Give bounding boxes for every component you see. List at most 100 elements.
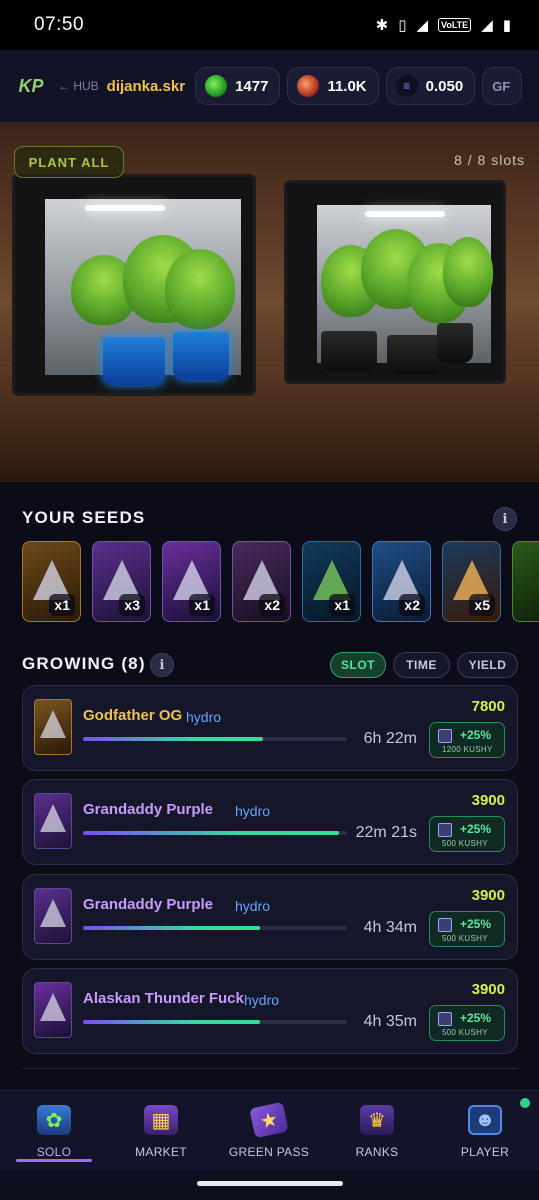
harvest-reward: 3900 xyxy=(471,981,505,998)
extra-balance-chip[interactable]: GF xyxy=(482,67,523,105)
seed-card[interactable]: x2 xyxy=(232,541,291,622)
boost-cost: 500 KUSHY xyxy=(442,934,488,943)
wifi-icon: ◢ xyxy=(416,17,429,34)
gesture-handle[interactable] xyxy=(197,1181,343,1186)
sort-yield-button[interactable]: YIELD xyxy=(457,652,518,678)
bottom-navigation: ✿ SOLO ▦ MARKET ★ GREEN PASS ♛ RANKS ☻ P… xyxy=(0,1090,539,1170)
status-icons: ✱ ▯ ◢ VoLTE ◢ ▮ xyxy=(376,16,511,34)
seed-inventory-row: x1 x3 x1 x2 x1 x2 x5 xyxy=(22,541,539,623)
green-balance-value: 1477 xyxy=(235,77,269,95)
growth-progress-fill xyxy=(83,831,340,835)
trophy-icon: ♛ xyxy=(360,1105,394,1135)
clock: 07:50 xyxy=(34,14,85,35)
back-to-hub-link[interactable]: ← HUB xyxy=(58,79,99,93)
time-remaining: 4h 34m xyxy=(363,919,417,936)
hydro-bucket xyxy=(173,332,229,380)
seed-card[interactable]: x1 xyxy=(22,541,81,622)
seed-count: x1 xyxy=(329,594,355,616)
growth-progress-bar xyxy=(83,926,347,930)
growing-plant-card[interactable]: Grandaddy Purple hydro 4h 34m 3900 +25% … xyxy=(22,874,518,960)
grow-method: hydro xyxy=(235,803,271,819)
boost-percent: +25% xyxy=(460,1011,492,1025)
boost-button[interactable]: +25% 500 KUSHY xyxy=(429,1005,505,1041)
nav-label: PLAYER xyxy=(460,1145,510,1159)
sol-balance-value: 0.050 xyxy=(425,77,464,95)
your-seeds-heading: YOUR SEEDS xyxy=(22,508,146,527)
app-logo[interactable]: KP xyxy=(16,74,46,98)
boost-percent: +25% xyxy=(460,728,492,742)
nav-label: MARKET xyxy=(135,1145,187,1159)
sol-balance-chip[interactable]: ≡ 0.050 xyxy=(385,67,476,105)
boost-icon xyxy=(438,823,452,837)
strain-name: Grandaddy Purple xyxy=(83,896,214,913)
plant-all-button[interactable]: PLANT ALL xyxy=(14,146,124,178)
red-balance-chip[interactable]: 11.0K xyxy=(287,67,379,105)
green-balance-chip[interactable]: 1477 xyxy=(195,67,281,105)
sort-time-button[interactable]: TIME xyxy=(393,652,450,678)
harvest-reward: 3900 xyxy=(471,887,505,904)
grow-room-scene: PLANT ALL 8 / 8 slots xyxy=(0,122,539,482)
nav-ranks[interactable]: ♛ RANKS xyxy=(323,1091,431,1171)
strain-thumbnail xyxy=(34,982,72,1038)
seed-card[interactable] xyxy=(512,541,539,622)
seed-card[interactable]: x2 xyxy=(372,541,431,622)
volte-badge: VoLTE xyxy=(438,18,472,32)
sprout-box-icon: ✿ xyxy=(37,1105,71,1135)
soil-grow-tent xyxy=(284,180,506,384)
ticket-icon: ★ xyxy=(249,1101,289,1139)
active-tab-indicator xyxy=(16,1159,92,1162)
seed-card[interactable]: x1 xyxy=(162,541,221,622)
seed-card[interactable]: x1 xyxy=(302,541,361,622)
growth-progress-bar xyxy=(83,1020,347,1024)
growing-info-button[interactable]: i xyxy=(150,653,174,677)
growing-plant-card[interactable]: Grandaddy Purple hydro 22m 21s 3900 +25%… xyxy=(22,779,518,865)
growing-heading: GROWING (8) xyxy=(22,654,146,673)
section-divider xyxy=(22,1068,518,1069)
nav-label: GREEN PASS xyxy=(228,1145,310,1159)
nav-label: SOLO xyxy=(36,1145,72,1159)
grow-lamp xyxy=(85,205,165,211)
boost-percent: +25% xyxy=(460,822,492,836)
boost-cost: 500 KUSHY xyxy=(442,1028,488,1037)
strain-thumbnail xyxy=(34,888,72,944)
seed-count: x1 xyxy=(189,594,215,616)
boost-button[interactable]: +25% 1200 KUSHY xyxy=(429,722,505,758)
harvest-reward: 3900 xyxy=(471,792,505,809)
nav-market[interactable]: ▦ MARKET xyxy=(107,1091,215,1171)
seed-card[interactable]: x5 xyxy=(442,541,501,622)
seed-count: x3 xyxy=(119,594,145,616)
seed-count: x1 xyxy=(49,594,75,616)
time-remaining: 4h 35m xyxy=(363,1013,417,1030)
grow-method: hydro xyxy=(244,992,280,1008)
hydro-grow-tent xyxy=(12,174,256,396)
extra-balance-value: GF xyxy=(492,78,511,94)
username[interactable]: dijanka.skr xyxy=(107,78,185,95)
boost-percent: +25% xyxy=(460,917,492,931)
slots-counter: 8 / 8 slots xyxy=(454,152,525,168)
red-coin-icon xyxy=(297,75,320,97)
seed-card[interactable]: x3 xyxy=(92,541,151,622)
grow-method: hydro xyxy=(186,709,222,725)
soil-pot xyxy=(437,323,473,363)
green-coin-icon xyxy=(205,75,228,97)
strain-name: Alaskan Thunder Fuck xyxy=(83,990,244,1007)
sort-slot-button[interactable]: SLOT xyxy=(330,652,386,678)
nav-green-pass[interactable]: ★ GREEN PASS xyxy=(215,1091,323,1171)
seed-count: x5 xyxy=(469,594,495,616)
grow-method: hydro xyxy=(235,898,271,914)
boost-button[interactable]: +25% 500 KUSHY xyxy=(429,816,505,852)
market-stall-icon: ▦ xyxy=(144,1105,178,1135)
growth-progress-bar xyxy=(83,737,347,741)
boost-button[interactable]: +25% 500 KUSHY xyxy=(429,911,505,947)
growing-plant-card[interactable]: Alaskan Thunder Fuck hydro 4h 35m 3900 +… xyxy=(22,968,518,1054)
plant xyxy=(165,249,235,329)
growing-plant-card[interactable]: Godfather OG hydro 6h 22m 7800 +25% 1200… xyxy=(22,685,518,771)
plant xyxy=(443,237,493,307)
strain-name: Grandaddy Purple xyxy=(83,801,214,818)
strain-thumbnail xyxy=(34,793,72,849)
red-balance-value: 11.0K xyxy=(327,77,367,95)
soil-pot xyxy=(321,331,377,371)
boost-icon xyxy=(438,729,452,743)
seeds-info-button[interactable]: i xyxy=(493,507,517,531)
nav-label: RANKS xyxy=(355,1145,399,1159)
